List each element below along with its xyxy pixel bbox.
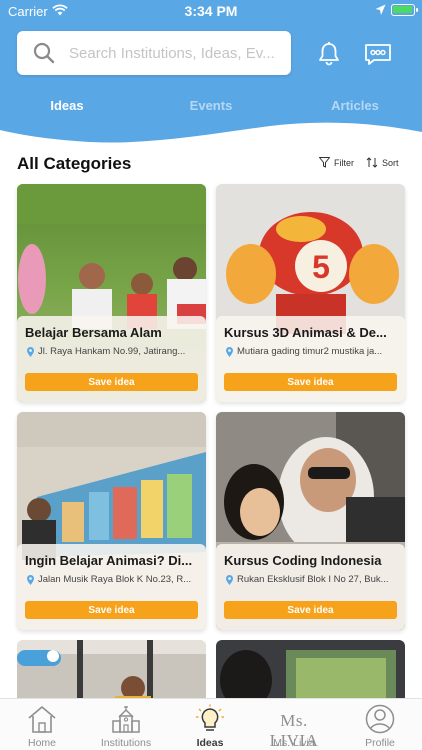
card-title: Kursus Coding Indonesia (224, 553, 382, 568)
section-title: All Categories (17, 154, 132, 173)
save-idea-button[interactable]: Save idea (224, 601, 397, 619)
idea-card[interactable]: Belajar Bersama Alam Jl. Raya Hankam No.… (17, 184, 206, 402)
location-pin-icon (27, 346, 34, 357)
card-title: Kursus 3D Animasi & De... (224, 325, 387, 340)
search-bar[interactable] (17, 31, 291, 75)
tab-events[interactable]: Events (141, 98, 281, 113)
location-pin-icon (226, 574, 233, 585)
idea-card[interactable]: 5 Kursus 3D Animasi & De... Mutiara gadi… (216, 184, 405, 402)
battery-icon (391, 4, 418, 16)
idea-card[interactable]: Ingin Belajar Animasi? Di... Jalan Musik… (17, 412, 206, 630)
search-icon (33, 42, 55, 64)
idea-card[interactable]: Kursus Coding Indonesia Rukan Eksklusif … (216, 412, 405, 630)
card-address: Rukan Eksklusif Blok I No 27, Buk... (226, 574, 398, 585)
card-address: Mutiara gading timur2 mustika ja... (226, 346, 398, 357)
home-icon (28, 706, 56, 733)
filter-label: Filter (334, 157, 354, 168)
nav-ideas[interactable]: Ideas (168, 699, 252, 750)
svg-text:5: 5 (312, 249, 330, 285)
location-arrow-icon (375, 4, 386, 15)
card-title: Belajar Bersama Alam (25, 325, 162, 340)
clock: 3:34 PM (184, 3, 238, 19)
card-address: Jalan Musik Raya Blok K No.23, R... (27, 574, 199, 585)
status-bar: Carrier 3:34 PM (0, 0, 422, 22)
location-pin-icon (226, 346, 233, 357)
tab-ideas[interactable]: Ideas (0, 98, 137, 113)
search-input[interactable] (69, 31, 281, 75)
filter-icon (319, 157, 330, 168)
bell-icon[interactable] (317, 41, 341, 67)
card-address-text: Jl. Raya Hankam No.99, Jatirang... (38, 346, 186, 357)
sort-button[interactable]: Sort (366, 157, 399, 168)
save-idea-button[interactable]: Save idea (224, 373, 397, 391)
profile-icon (365, 704, 395, 734)
card-address-text: Mutiara gading timur2 mustika ja... (237, 346, 383, 357)
card-title: Ingin Belajar Animasi? Di... (25, 553, 193, 568)
save-idea-button[interactable]: Save idea (25, 373, 198, 391)
sort-label: Sort (382, 157, 399, 168)
institution-icon (112, 706, 140, 733)
nav-profile[interactable]: Profile (338, 699, 422, 750)
nav-ms-livia[interactable]: Ms. LIVIA Ms. Livia (252, 699, 336, 750)
header: Carrier 3:34 PM Search Institutions, Ide… (0, 0, 422, 148)
category-tabs: Ideas Events Articles (0, 98, 422, 118)
location-pin-icon (27, 574, 34, 585)
nav-institutions[interactable]: Institutions (84, 699, 168, 750)
tab-articles[interactable]: Articles (285, 98, 422, 113)
nav-ms-livia-label: Ms. Livia (273, 737, 315, 749)
lightbulb-icon (196, 704, 224, 731)
nav-ideas-label: Ideas (196, 737, 224, 749)
nav-institutions-label: Institutions (100, 737, 152, 749)
filter-button[interactable]: Filter (319, 157, 354, 168)
card-address: Jl. Raya Hankam No.99, Jatirang... (27, 346, 199, 357)
chat-icon[interactable] (364, 43, 392, 67)
nav-profile-label: Profile (365, 737, 395, 749)
nav-home-label: Home (27, 737, 56, 749)
bottom-navigation: Home Institutions Ideas Ms. LIVIA Ms. Li… (0, 698, 422, 750)
nav-home[interactable]: Home (0, 699, 84, 750)
card-address-text: Rukan Eksklusif Blok I No 27, Buk... (237, 574, 389, 585)
card-address-text: Jalan Musik Raya Blok K No.23, R... (38, 574, 192, 585)
app-screen: Carrier 3:34 PM Search Institutions, Ide… (0, 0, 422, 750)
save-idea-button[interactable]: Save idea (25, 601, 198, 619)
sort-icon (366, 157, 378, 168)
